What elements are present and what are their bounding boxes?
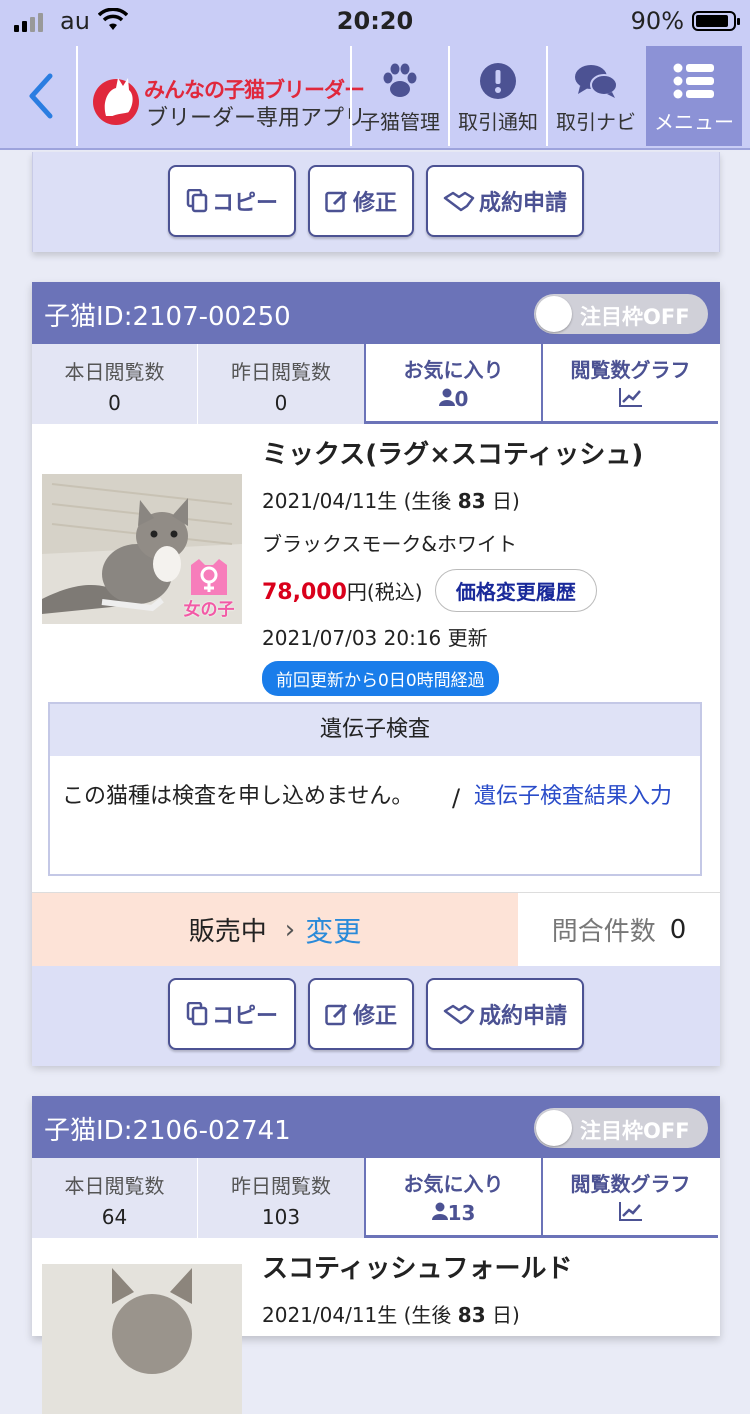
app-header: みんなの子猫ブリーダー ブリーダー専用アプリ 子猫管理 取引通知 取引ナビ メニ… — [0, 42, 750, 150]
birth-date: 2021/04/11生 (生後 83 日) — [262, 489, 520, 513]
handshake-icon — [443, 191, 475, 212]
gene-test-section: 遺伝子検査 この猫種は検査を申し込めません。 / 遺伝子検査結果入力 — [48, 702, 702, 876]
copy-button[interactable]: コピー — [168, 165, 296, 237]
nav-label: 取引通知 — [458, 110, 538, 134]
cat-logo-icon — [93, 78, 139, 125]
menu-icon — [673, 63, 714, 99]
kitten-details: スコティッシュフォールド 2021/04/11生 (生後 83 日) — [32, 1238, 720, 1414]
chat-icon — [575, 65, 618, 98]
price: 78,000 — [262, 580, 347, 605]
favorites-count: 0 — [454, 387, 469, 411]
status-bar: au 20:20 90% — [0, 0, 750, 42]
today-views: 本日閲覧数 0 — [32, 344, 198, 424]
views-graph-tab[interactable]: 閲覧数グラフ — [541, 344, 718, 424]
paw-icon — [383, 63, 417, 97]
line-chart-icon — [618, 388, 642, 407]
price-row: 78,000円(税込) 価格変更履歴 — [262, 569, 712, 612]
battery-percentage: 90% — [630, 7, 684, 35]
gene-test-title: 遺伝子検査 — [50, 704, 700, 756]
kitten-image — [42, 1264, 242, 1414]
kitten-info: スコティッシュフォールド 2021/04/11生 (生後 83 日) — [262, 1248, 712, 1328]
nav-label: 取引ナビ — [556, 110, 636, 134]
battery-icon — [692, 11, 740, 31]
card-header: 子猫ID:2107-00250 注目枠OFF — [32, 282, 720, 344]
updated-at: 2021/07/03 20:16 更新 — [262, 626, 488, 650]
kitten-id: 子猫ID:2106-02741 — [44, 1116, 291, 1146]
toggle-label: 注目枠OFF — [580, 305, 690, 329]
copy-button[interactable]: コピー — [168, 978, 296, 1050]
kitten-card: 子猫ID:2107-00250 注目枠OFF 本日閲覧数 0 昨日閲覧数 0 お… — [32, 282, 720, 1066]
favorites-count: 13 — [447, 1201, 476, 1225]
card-actions: コピー 修正 成約申請 — [32, 966, 720, 1066]
copy-label: コピー — [211, 191, 278, 216]
kitten-id: 子猫ID:2107-00250 — [44, 302, 291, 332]
kitten-info: ミックス(ラグ×スコティッシュ) 2021/04/11生 (生後 83 日) ブ… — [262, 434, 712, 696]
elapsed-badge: 前回更新から0日0時間経過 — [262, 661, 499, 696]
change-status-link[interactable]: 変更 — [305, 910, 361, 950]
yesterday-views: 昨日閲覧数 0 — [198, 344, 364, 424]
inquiry-count: 問合件数 0 — [551, 914, 687, 948]
kitten-photo[interactable] — [42, 1264, 242, 1414]
edit-icon — [325, 190, 348, 213]
handshake-icon — [443, 1004, 475, 1025]
card-header: 子猫ID:2106-02741 注目枠OFF — [32, 1096, 720, 1158]
gene-result-link[interactable]: 遺伝子検査結果入力 — [474, 780, 684, 814]
user-icon — [431, 1202, 448, 1220]
contract-label: 成約申請 — [478, 191, 567, 216]
edit-icon — [325, 1003, 348, 1026]
back-button[interactable] — [22, 70, 62, 122]
coat-color: ブラックスモーク&ホワイト — [262, 532, 517, 556]
yesterday-views: 昨日閲覧数 103 — [198, 1158, 364, 1238]
nav-label: 子猫管理 — [360, 110, 440, 134]
contract-request-button[interactable]: 成約申請 — [426, 165, 584, 237]
stats-row: 本日閲覧数 0 昨日閲覧数 0 お気に入り 0 閲覧数グラフ — [32, 344, 720, 424]
brand-subtitle: ブリーダー専用アプリ — [146, 106, 367, 131]
gender-badge: 女の子 — [178, 557, 240, 620]
line-chart-icon — [618, 1202, 642, 1221]
edit-button[interactable]: 修正 — [308, 165, 414, 237]
nav-transaction-notice[interactable]: 取引通知 — [450, 46, 546, 146]
sale-status: 販売中 — [188, 917, 267, 947]
chevron-right-icon: › — [284, 914, 296, 945]
kitten-details: 女の子 ミックス(ラグ×スコティッシュ) 2021/04/11生 (生後 83 … — [32, 424, 720, 696]
breed-name: スコティッシュフォールド — [262, 1254, 573, 1284]
user-icon — [438, 388, 455, 406]
edit-button[interactable]: 修正 — [308, 978, 414, 1050]
kitten-photo[interactable]: 女の子 — [42, 474, 242, 624]
nav-kitten-management[interactable]: 子猫管理 — [352, 46, 448, 146]
copy-icon — [186, 1002, 208, 1026]
previous-card-actions: コピー 修正 成約申請 — [32, 152, 720, 252]
stats-row: 本日閲覧数 64 昨日閲覧数 103 お気に入り 13 閲覧数グラフ — [32, 1158, 720, 1238]
female-icon — [191, 559, 227, 595]
alert-icon — [480, 63, 516, 99]
nav-menu[interactable]: メニュー — [646, 46, 742, 146]
today-views: 本日閲覧数 64 — [32, 1158, 198, 1238]
views-graph-tab[interactable]: 閲覧数グラフ — [541, 1158, 718, 1238]
featured-toggle[interactable]: 注目枠OFF — [534, 294, 708, 334]
nav-label: メニュー — [654, 110, 734, 134]
favorites-tab[interactable]: お気に入り 13 — [364, 1158, 541, 1238]
copy-icon — [186, 189, 208, 213]
breed-name: ミックス(ラグ×スコティッシュ) — [262, 440, 644, 470]
featured-toggle[interactable]: 注目枠OFF — [534, 1108, 708, 1148]
kitten-card: 子猫ID:2106-02741 注目枠OFF 本日閲覧数 64 昨日閲覧数 10… — [32, 1096, 720, 1414]
birth-date: 2021/04/11生 (生後 83 日) — [262, 1303, 520, 1327]
nav-transaction-navi[interactable]: 取引ナビ — [548, 46, 644, 146]
favorites-tab[interactable]: お気に入り 0 — [364, 344, 541, 424]
price-history-button[interactable]: 価格変更履歴 — [434, 569, 597, 612]
contract-request-button[interactable]: 成約申請 — [426, 978, 584, 1050]
age-days: 83 — [457, 489, 486, 513]
edit-label: 修正 — [352, 191, 397, 216]
sale-status-row: 販売中 › 変更 問合件数 0 — [32, 892, 720, 966]
gene-test-note: この猫種は検査を申し込めません。 — [62, 784, 414, 809]
app-logo: みんなの子猫ブリーダー ブリーダー専用アプリ — [88, 68, 366, 131]
